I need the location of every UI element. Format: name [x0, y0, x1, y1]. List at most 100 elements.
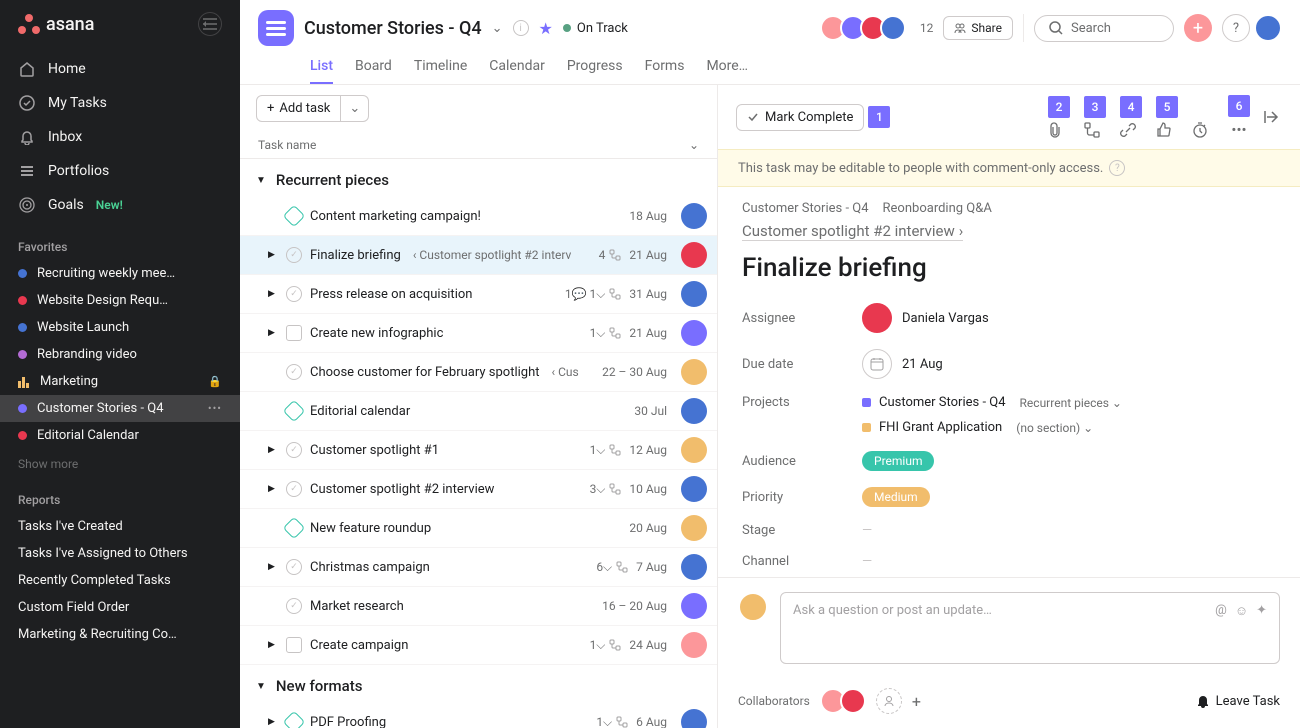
- project-chip[interactable]: FHI Grant Application(no section) ⌄: [862, 420, 1122, 435]
- task-row[interactable]: ▶✓Finalize briefing‹ Customer spotlight …: [240, 236, 717, 275]
- expand-subtasks-icon[interactable]: ▶: [268, 328, 278, 338]
- task-row[interactable]: ▶Create new infographic1⌵ 21 Aug: [240, 314, 717, 353]
- sidebar-favorite-item[interactable]: Customer Stories - Q4•••: [0, 395, 240, 422]
- milestone-icon[interactable]: [283, 205, 306, 228]
- task-row[interactable]: ▶Editorial calendar30 Jul: [240, 392, 717, 431]
- profile-avatar[interactable]: [1254, 14, 1282, 42]
- collapse-section-icon[interactable]: ▼: [256, 681, 266, 692]
- collapse-section-icon[interactable]: ▼: [256, 175, 266, 186]
- assignee-avatar[interactable]: [681, 632, 707, 658]
- mark-complete-button[interactable]: Mark Complete: [736, 104, 864, 131]
- expand-subtasks-icon[interactable]: ▶: [268, 640, 278, 650]
- assignee-avatar[interactable]: [681, 554, 707, 580]
- calendar-task-icon[interactable]: [286, 637, 302, 653]
- sidebar-report-link[interactable]: Tasks I've Created: [0, 513, 240, 540]
- subtask-icon[interactable]: [1084, 122, 1106, 138]
- star-icon[interactable]: ★: [539, 19, 553, 38]
- complete-checkbox[interactable]: ✓: [286, 364, 302, 380]
- assignee-avatar[interactable]: [681, 515, 707, 541]
- expand-subtasks-icon[interactable]: ▶: [268, 289, 278, 299]
- sidebar-collapse-button[interactable]: [198, 12, 222, 36]
- info-icon[interactable]: ?: [1109, 160, 1125, 176]
- channel-value[interactable]: —: [862, 554, 872, 569]
- tab-progress[interactable]: Progress: [567, 50, 623, 84]
- assignee-avatar[interactable]: [681, 203, 707, 229]
- sidebar-nav-home[interactable]: Home: [0, 52, 240, 86]
- task-row[interactable]: ▶✓Market research16 – 20 Aug: [240, 587, 717, 626]
- assignee-avatar[interactable]: [681, 593, 707, 619]
- project-chip[interactable]: Customer Stories - Q4Recurrent pieces ⌄: [862, 395, 1122, 410]
- tab-forms[interactable]: Forms: [645, 50, 685, 84]
- sidebar-favorite-item[interactable]: Website Launch: [0, 314, 240, 341]
- task-row[interactable]: ▶Create campaign1⌵ 24 Aug: [240, 626, 717, 665]
- column-menu-icon[interactable]: ⌄: [689, 138, 699, 152]
- stage-value[interactable]: —: [862, 523, 872, 538]
- star-rating-icon[interactable]: ✦: [1256, 603, 1267, 619]
- complete-checkbox[interactable]: ✓: [286, 559, 302, 575]
- add-collaborator-placeholder[interactable]: [876, 688, 902, 714]
- sidebar-nav-goals[interactable]: GoalsNew!: [0, 188, 240, 222]
- priority-pill[interactable]: Medium: [862, 487, 930, 507]
- project-title[interactable]: Customer Stories - Q4: [304, 18, 482, 39]
- project-section-select[interactable]: Recurrent pieces ⌄: [1020, 396, 1122, 410]
- show-more-link[interactable]: Show more: [0, 449, 240, 479]
- project-icon[interactable]: [258, 10, 294, 46]
- sidebar-report-link[interactable]: Marketing & Recruiting Co…: [0, 621, 240, 648]
- sidebar-report-link[interactable]: Custom Field Order: [0, 594, 240, 621]
- add-collaborator-button[interactable]: +: [912, 692, 921, 711]
- parent-task-link[interactable]: Customer spotlight #2 interview›: [742, 222, 963, 241]
- milestone-icon[interactable]: [283, 711, 306, 728]
- sidebar-report-link[interactable]: Recently Completed Tasks: [0, 567, 240, 594]
- calendar-task-icon[interactable]: [286, 325, 302, 341]
- member-avatars[interactable]: [820, 15, 906, 41]
- logo[interactable]: asana: [18, 14, 94, 35]
- assignee-avatar[interactable]: [681, 437, 707, 463]
- expand-subtasks-icon[interactable]: ▶: [268, 717, 278, 727]
- task-row[interactable]: ▶✓Choose customer for February spotlight…: [240, 353, 717, 392]
- complete-checkbox[interactable]: ✓: [286, 481, 302, 497]
- sidebar-favorite-item[interactable]: Website Design Requ…: [0, 287, 240, 314]
- tab-timeline[interactable]: Timeline: [414, 50, 467, 84]
- assignee-avatar[interactable]: [681, 709, 707, 728]
- comment-input[interactable]: Ask a question or post an update… @ ☺ ✦: [780, 592, 1280, 664]
- like-icon[interactable]: [1156, 122, 1178, 138]
- attachment-icon[interactable]: [1048, 122, 1070, 138]
- more-actions-icon[interactable]: •••: [1228, 121, 1250, 139]
- due-date-value[interactable]: 21 Aug: [862, 349, 943, 379]
- leave-task-button[interactable]: Leave Task: [1196, 694, 1280, 709]
- collaborator-avatars[interactable]: [820, 688, 866, 714]
- sidebar-nav-inbox[interactable]: Inbox: [0, 120, 240, 154]
- audience-pill[interactable]: Premium: [862, 451, 934, 471]
- assignee-value[interactable]: Daniela Vargas: [862, 303, 989, 333]
- task-row[interactable]: ▶✓Christmas campaign6⌵ 7 Aug: [240, 548, 717, 587]
- breadcrumb-item[interactable]: Customer Stories - Q4: [742, 201, 869, 216]
- expand-subtasks-icon[interactable]: ▶: [268, 445, 278, 455]
- status-pill[interactable]: On Track: [563, 21, 628, 36]
- task-row[interactable]: ▶New feature roundup20 Aug: [240, 509, 717, 548]
- milestone-icon[interactable]: [283, 517, 306, 540]
- assignee-avatar[interactable]: [681, 398, 707, 424]
- help-button[interactable]: ?: [1222, 14, 1250, 42]
- task-row[interactable]: ▶✓Customer spotlight #2 interview3⌵ 10 A…: [240, 470, 717, 509]
- sidebar-nav-portfolios[interactable]: Portfolios: [0, 154, 240, 188]
- add-task-button[interactable]: + Add task: [256, 95, 341, 122]
- sidebar-favorite-item[interactable]: Marketing🔒: [0, 368, 240, 395]
- mention-icon[interactable]: @: [1215, 603, 1227, 619]
- task-row[interactable]: ▶✓Press release on acquisition1💬 1⌵ 31 A…: [240, 275, 717, 314]
- breadcrumb-item[interactable]: Reonboarding Q&A: [883, 201, 992, 216]
- assignee-avatar[interactable]: [681, 359, 707, 385]
- section-header[interactable]: ▼New formats: [240, 665, 717, 703]
- sidebar-favorite-item[interactable]: Recruiting weekly mee…: [0, 260, 240, 287]
- tab-list[interactable]: List: [310, 50, 333, 84]
- assignee-avatar[interactable]: [681, 320, 707, 346]
- complete-checkbox[interactable]: ✓: [286, 598, 302, 614]
- timer-icon[interactable]: [1192, 122, 1214, 138]
- member-avatar[interactable]: [880, 15, 906, 41]
- complete-checkbox[interactable]: ✓: [286, 286, 302, 302]
- milestone-icon[interactable]: [283, 400, 306, 423]
- expand-subtasks-icon[interactable]: ▶: [268, 250, 278, 260]
- task-title[interactable]: Finalize briefing: [742, 253, 1276, 283]
- more-icon[interactable]: •••: [208, 402, 222, 415]
- sidebar-nav-my-tasks[interactable]: My Tasks: [0, 86, 240, 120]
- task-row[interactable]: ▶Content marketing campaign!18 Aug: [240, 197, 717, 236]
